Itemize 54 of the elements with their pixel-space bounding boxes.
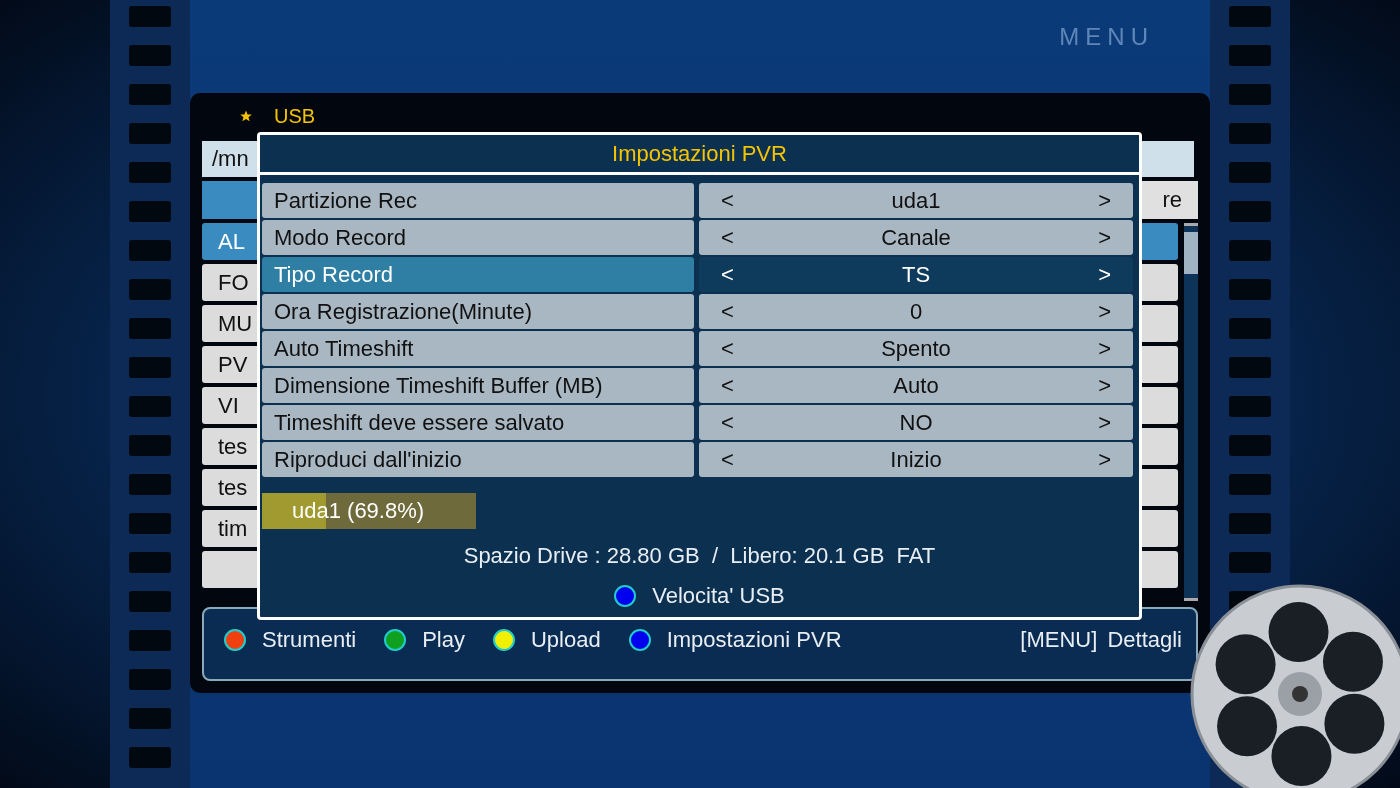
scrollbar[interactable] <box>1184 223 1198 601</box>
setting-label[interactable]: Dimensione Timeshift Buffer (MB) <box>262 368 694 403</box>
usage-label: uda1 (69.8%) <box>291 498 425 524</box>
setting-value: TS <box>900 261 932 288</box>
previous-arrow[interactable]: < <box>721 335 734 362</box>
setting-label[interactable]: Modo Record <box>262 220 694 255</box>
key-label: Strumenti <box>262 627 357 653</box>
setting-value-selector[interactable]: < Inizio > <box>699 442 1133 477</box>
setting-label[interactable]: Tipo Record <box>262 257 694 292</box>
previous-arrow[interactable]: < <box>721 372 734 399</box>
star-icon <box>240 110 252 122</box>
next-arrow[interactable]: > <box>1098 224 1111 251</box>
next-arrow[interactable]: > <box>1098 335 1111 362</box>
setting-label[interactable]: Ora Registrazione(Minute) <box>262 294 694 329</box>
key-label: Play <box>422 627 465 653</box>
setting-value-selector[interactable]: < Spento > <box>699 331 1133 366</box>
previous-arrow[interactable]: < <box>721 261 734 288</box>
setting-value: NO <box>898 409 934 436</box>
folder-title: USB <box>274 105 316 127</box>
setting-label[interactable]: Riproduci dall'inizio <box>262 442 694 477</box>
setting-value: 0 <box>908 298 924 325</box>
setting-value-selector[interactable]: < Canale > <box>699 220 1133 255</box>
key-label: Impostazioni PVR <box>666 627 842 653</box>
previous-arrow[interactable]: < <box>721 224 734 251</box>
next-arrow[interactable]: > <box>1098 372 1111 399</box>
setting-value: Spento <box>880 335 952 362</box>
key-hint: [MENU] Dettagli <box>1020 627 1182 653</box>
previous-arrow[interactable]: < <box>721 446 734 473</box>
setting-label[interactable]: Auto Timeshift <box>262 331 694 366</box>
setting-label[interactable]: Partizione Rec <box>262 183 694 218</box>
setting-value-selector[interactable]: < TS > <box>699 257 1133 292</box>
key-label: Upload <box>530 627 601 653</box>
key-label: Velocita' USB <box>652 583 785 609</box>
setting-label[interactable]: Timeshift deve essere salvato <box>262 405 694 440</box>
previous-arrow[interactable]: < <box>721 187 734 214</box>
setting-value-selector[interactable]: < Auto > <box>699 368 1133 403</box>
setting-value-selector[interactable]: < uda1 > <box>699 183 1133 218</box>
menu-logo: MENU <box>1059 22 1154 51</box>
next-arrow[interactable]: > <box>1098 409 1111 436</box>
setting-value: Inizio <box>889 446 943 473</box>
next-arrow[interactable]: > <box>1098 187 1111 214</box>
setting-value: Auto <box>892 372 940 399</box>
dialog-title: Impostazioni PVR <box>260 135 1139 175</box>
setting-value-selector[interactable]: < NO > <box>699 405 1133 440</box>
next-arrow[interactable]: > <box>1098 298 1111 325</box>
setting-value: Canale <box>880 224 952 251</box>
previous-arrow[interactable]: < <box>721 298 734 325</box>
next-arrow[interactable]: > <box>1098 446 1111 473</box>
setting-value: uda1 <box>890 187 942 214</box>
setting-value-selector[interactable]: < 0 > <box>699 294 1133 329</box>
drive-info: Spazio Drive : 28.80 GB / Libero: 20.1 GB FAT <box>462 543 937 569</box>
previous-arrow[interactable]: < <box>721 409 734 436</box>
next-arrow[interactable]: > <box>1098 261 1111 288</box>
film-reel-icon <box>1190 584 1400 788</box>
